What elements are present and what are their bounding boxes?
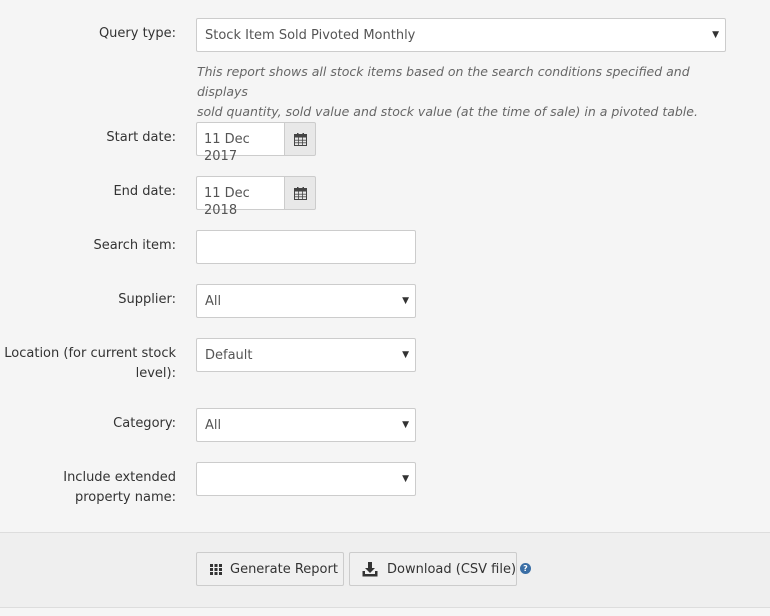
grid-icon: [210, 564, 222, 575]
calendar-icon: [294, 133, 307, 146]
supplier-select[interactable]: All ▼: [196, 284, 416, 318]
chevron-down-icon: ▼: [402, 474, 409, 484]
query-type-label: Query type:: [98, 26, 176, 41]
location-value: Default: [205, 348, 253, 363]
location-label-line-2: level):: [135, 366, 176, 381]
chevron-down-icon: ▼: [712, 30, 719, 40]
location-select[interactable]: Default ▼: [196, 338, 416, 372]
start-date-picker: 11 Dec 2017: [196, 122, 316, 164]
category-select[interactable]: All ▼: [196, 408, 416, 442]
footer-divider-bottom: [0, 607, 770, 608]
end-date-label: End date:: [113, 184, 176, 199]
start-date-label: Start date:: [106, 130, 176, 145]
extended-property-select[interactable]: ▼: [196, 462, 416, 496]
help-text-line-2: sold quantity, sold value and stock valu…: [197, 104, 698, 119]
supplier-value: All: [205, 294, 222, 309]
calendar-icon: [294, 187, 307, 200]
location-label-line-1: Location (for current stock: [4, 346, 176, 361]
start-date-calendar-button[interactable]: [284, 122, 316, 156]
form-footer: Generate Report Download (CSV file) ?: [0, 533, 770, 607]
help-text-line-1: This report shows all stock items based …: [197, 64, 690, 99]
category-value: All: [205, 418, 222, 433]
download-csv-label: Download (CSV file): [387, 562, 517, 577]
download-icon: [362, 562, 378, 577]
query-type-value: Stock Item Sold Pivoted Monthly: [205, 28, 416, 43]
extended-property-label-line-1: Include extended: [63, 470, 176, 485]
chevron-down-icon: ▼: [402, 296, 409, 306]
category-label: Category:: [113, 416, 176, 431]
start-date-input[interactable]: 11 Dec 2017: [196, 122, 285, 164]
location-label: Location (for current stock level):: [4, 344, 176, 384]
download-csv-button[interactable]: Download (CSV file): [349, 552, 517, 586]
search-item-label: Search item:: [93, 238, 176, 253]
question-circle-icon[interactable]: ?: [520, 563, 531, 574]
chevron-down-icon: ▼: [402, 350, 409, 360]
extended-property-label: Include extended property name:: [63, 468, 176, 508]
generate-report-button[interactable]: Generate Report: [196, 552, 344, 586]
start-date-value: 11 Dec 2017: [204, 132, 250, 164]
chevron-down-icon: ▼: [402, 420, 409, 430]
report-form: Query type: Stock Item Sold Pivoted Mont…: [0, 0, 770, 533]
end-date-value: 11 Dec 2018: [204, 186, 250, 218]
query-type-help: This report shows all stock items based …: [197, 62, 737, 122]
query-type-select[interactable]: Stock Item Sold Pivoted Monthly ▼: [196, 18, 726, 52]
end-date-input[interactable]: 11 Dec 2018: [196, 176, 285, 218]
supplier-label: Supplier:: [118, 292, 176, 307]
extended-property-label-line-2: property name:: [74, 490, 176, 505]
search-item-input[interactable]: [196, 230, 416, 264]
end-date-calendar-button[interactable]: [284, 176, 316, 210]
end-date-picker: 11 Dec 2018: [196, 176, 316, 218]
generate-report-label: Generate Report: [230, 562, 338, 577]
